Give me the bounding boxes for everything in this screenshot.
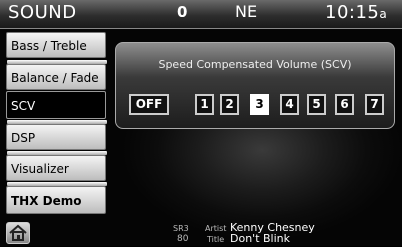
sound-screen: SOUND 0 NE 10:15a Bass / Treble Balance …	[0, 0, 402, 246]
clock: 10:15a	[325, 2, 387, 23]
sidebar-item-visualizer[interactable]: Visualizer	[6, 151, 107, 181]
compass-indicator: NE	[235, 2, 258, 21]
home-icon	[9, 224, 27, 241]
sidebar-item-label: Visualizer	[11, 162, 69, 176]
sidebar-item-balance-fade[interactable]: Balance / Fade	[6, 60, 107, 90]
artist-label: Artist	[205, 224, 227, 233]
header-bar: SOUND 0 NE 10:15a	[0, 0, 402, 29]
clock-time: 10:15	[325, 2, 380, 23]
sidebar-item-dsp[interactable]: DSP	[6, 120, 107, 150]
scv-panel: Speed Compensated Volume (SCV) OFF 1 2 3…	[115, 42, 395, 129]
song-title: Don't Blink	[230, 232, 291, 245]
menu-separator	[7, 151, 107, 155]
menu-separator	[7, 60, 107, 64]
sidebar-item-label: DSP	[11, 131, 36, 145]
title-label: Title	[207, 235, 225, 244]
scv-option-off[interactable]: OFF	[129, 94, 169, 115]
menu-separator	[7, 120, 107, 124]
channel-number: 80	[177, 234, 189, 244]
home-button[interactable]	[6, 222, 30, 244]
sidebar-item-label: Bass / Treble	[11, 39, 87, 53]
clock-suffix: a	[379, 7, 388, 21]
page-title: SOUND	[8, 2, 77, 23]
band-label: SR3	[173, 224, 189, 233]
scv-option-4[interactable]: 4	[280, 94, 299, 115]
sidebar-item-bass-treble[interactable]: Bass / Treble	[6, 32, 106, 58]
scv-option-2[interactable]: 2	[220, 94, 239, 115]
scv-option-6[interactable]: 6	[335, 94, 354, 115]
sidebar-item-label: SCV	[11, 99, 36, 113]
scv-option-7[interactable]: 7	[365, 94, 384, 115]
sidebar-item-scv[interactable]: SCV	[6, 91, 106, 119]
scv-option-3[interactable]: 3	[250, 94, 269, 115]
sidebar-item-thx-demo[interactable]: THX Demo	[6, 182, 107, 214]
scv-option-5[interactable]: 5	[307, 94, 326, 115]
scv-panel-title: Speed Compensated Volume (SCV)	[158, 58, 352, 71]
menu-separator	[7, 182, 107, 186]
sidebar-item-label: THX Demo	[11, 194, 82, 208]
sidebar-item-label: Balance / Fade	[11, 71, 99, 85]
status-count: 0	[177, 3, 188, 21]
scv-option-1[interactable]: 1	[195, 94, 214, 115]
